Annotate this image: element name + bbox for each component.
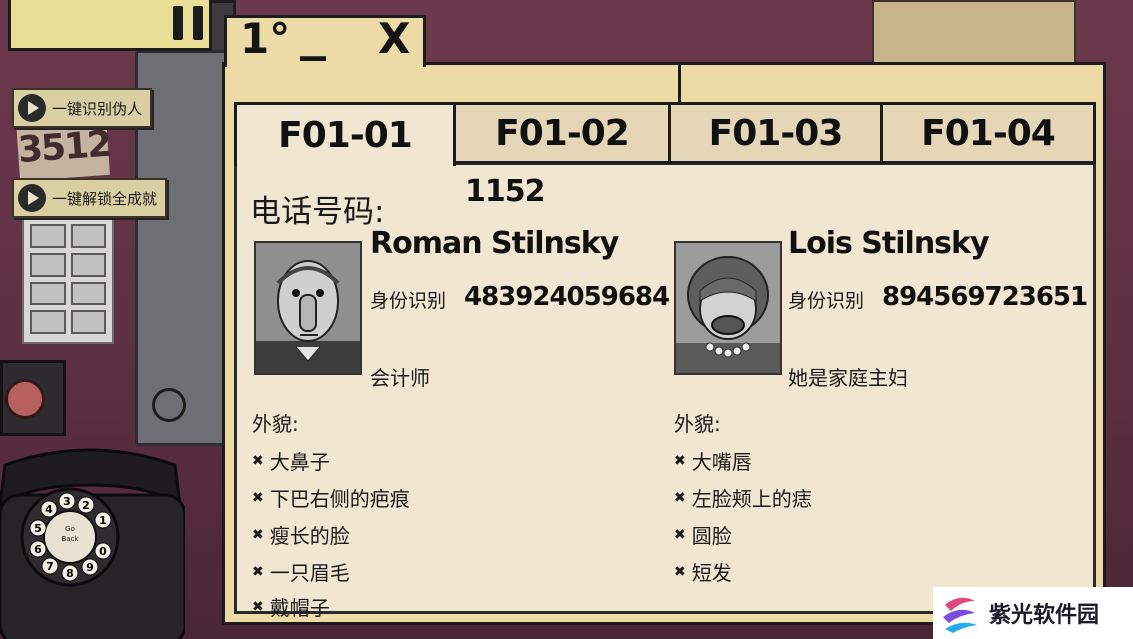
man-portrait-icon: [256, 243, 360, 373]
trait-text: 瘦长的脸: [269, 524, 350, 548]
trait-text: 下巴右侧的疤痕: [269, 487, 410, 511]
portrait-lois: [674, 241, 782, 375]
tab-f01-01[interactable]: F01-01: [234, 102, 456, 166]
trait-text: 短发: [691, 561, 732, 585]
bullet-icon: ✖: [674, 563, 686, 580]
trait-text: 圆脸: [691, 524, 732, 548]
phone-number: 1152: [465, 174, 545, 209]
id-label-lois: 身份识别: [788, 290, 865, 312]
portrait-roman: [254, 241, 362, 375]
play-icon: [18, 184, 46, 212]
tab-f01-04[interactable]: F01-04: [880, 102, 1096, 164]
person-name-lois: Lois Stilnsky: [788, 226, 990, 261]
unlock-achievements-label: 一键解锁全成就: [52, 189, 158, 208]
svg-text:0: 0: [99, 545, 107, 558]
trait-lois: ✖ 短发: [674, 557, 732, 586]
trait-text: 大嘴唇: [691, 450, 752, 474]
id-number-lois: 894569723651: [882, 282, 1088, 312]
tab-f01-02[interactable]: F01-02: [453, 102, 671, 164]
red-button[interactable]: [0, 360, 66, 436]
trait-text: 左脸颊上的痣: [691, 487, 812, 511]
pause-icon-bar: [193, 6, 203, 40]
appearance-label-lois: 外貌:: [674, 412, 721, 436]
bullet-icon: ✖: [252, 452, 264, 469]
svg-text:5: 5: [34, 522, 42, 535]
trait-text: 大鼻子: [269, 450, 330, 474]
bullet-icon: ✖: [674, 489, 686, 506]
bullet-icon: ✖: [252, 526, 264, 543]
svg-text:Back: Back: [62, 535, 80, 543]
job-lois: 她是家庭主妇: [788, 366, 908, 390]
job-roman: 会计师: [370, 366, 430, 390]
trait-roman: ✖ 大鼻子: [252, 446, 330, 475]
dossier-tabs: F01-01 F01-02 F01-03 F01-04: [234, 102, 1096, 166]
trait-roman: ✖ 戴帽子: [252, 592, 330, 621]
svg-text:6: 6: [34, 543, 42, 556]
tab-f01-03[interactable]: F01-03: [668, 102, 883, 164]
trait-lois: ✖ 大嘴唇: [674, 446, 752, 475]
identify-imposter-label: 一键识别伪人: [52, 99, 143, 118]
level-indicator: 1°: [240, 14, 291, 63]
trait-roman: ✖ 下巴右侧的疤痕: [252, 483, 410, 512]
pause-icon: [173, 6, 183, 40]
bullet-icon: ✖: [674, 526, 686, 543]
bullet-icon: ✖: [252, 489, 264, 506]
game-scene: 3 5 12 Go Back 1 2 3 4 5 6 7 8 9 0 一键识别伪人: [0, 0, 1133, 639]
id-card-grid: [22, 214, 114, 344]
bullet-icon: ✖: [252, 563, 264, 580]
svg-text:9: 9: [86, 561, 94, 574]
metal-ring: [152, 388, 186, 422]
svg-text:3: 3: [63, 495, 71, 508]
appearance-label-roman: 外貌:: [252, 412, 299, 436]
folder-divider: [678, 64, 681, 104]
identify-imposter-button[interactable]: 一键识别伪人: [12, 88, 153, 128]
id-label-roman: 身份识别: [370, 290, 447, 312]
trait-text: 戴帽子: [269, 596, 330, 620]
bullet-icon: ✖: [674, 452, 686, 469]
woman-portrait-icon: [676, 243, 780, 373]
bullet-icon: ✖: [252, 598, 264, 615]
rotary-phone[interactable]: Go Back 1 2 3 4 5 6 7 8 9 0: [0, 445, 185, 639]
play-icon: [18, 94, 46, 122]
svg-text:Go: Go: [65, 525, 75, 533]
svg-text:1: 1: [99, 514, 107, 527]
id-number-roman: 483924059684: [464, 282, 670, 312]
trait-roman: ✖ 瘦长的脸: [252, 520, 350, 549]
svg-text:4: 4: [45, 503, 53, 516]
watermark: 紫光软件园: [933, 587, 1133, 639]
watermark-logo-icon: [943, 597, 977, 633]
svg-text:2: 2: [82, 499, 90, 512]
trait-lois: ✖ 左脸颊上的痣: [674, 483, 812, 512]
svg-text:7: 7: [46, 560, 54, 573]
close-button[interactable]: X: [378, 18, 410, 60]
person-name-roman: Roman Stilnsky: [370, 226, 619, 261]
unlock-achievements-button[interactable]: 一键解锁全成就: [12, 178, 168, 218]
trait-text: 一只眉毛: [269, 561, 350, 585]
svg-text:8: 8: [66, 567, 74, 580]
trait-roman: ✖ 一只眉毛: [252, 557, 350, 586]
pause-button[interactable]: [8, 0, 212, 51]
phone-label: 电话号码:: [250, 194, 385, 230]
watermark-text: 紫光软件园: [989, 603, 1100, 628]
trait-lois: ✖ 圆脸: [674, 520, 732, 549]
minimize-button[interactable]: _: [300, 6, 326, 58]
